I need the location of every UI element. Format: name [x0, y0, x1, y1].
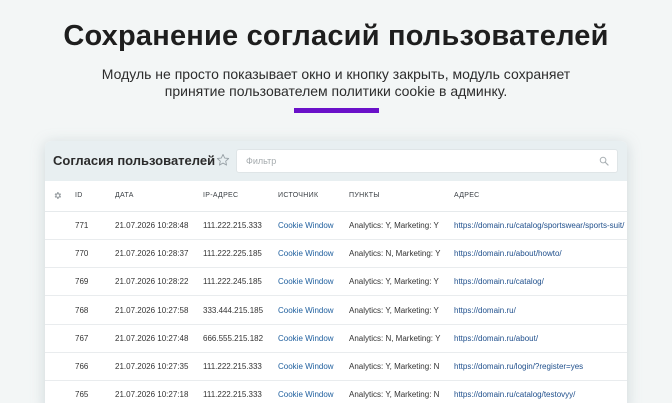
- cell-url[interactable]: https://domain.ru/about/: [454, 324, 627, 353]
- table-row[interactable]: 771 21.07.2026 10:28:48 111.222.215.333 …: [45, 211, 627, 240]
- cell-url[interactable]: https://domain.ru/login/?register=yes: [454, 352, 627, 382]
- cell-date: 21.07.2026 10:27:48: [115, 324, 203, 353]
- cell-date: 21.07.2026 10:28:48: [115, 211, 203, 240]
- settings-column[interactable]: [45, 181, 75, 212]
- filter-box: [236, 149, 618, 173]
- cell-items: Analytics: Y, Marketing: Y: [349, 267, 454, 297]
- cell-items: Analytics: N, Marketing: Y: [349, 239, 454, 269]
- cell-id: 768: [75, 295, 115, 325]
- cell-items: Analytics: Y, Marketing: Y: [349, 295, 454, 325]
- cell-url[interactable]: https://domain.ru/catalog/: [454, 267, 627, 297]
- cell-source[interactable]: Cookie Window: [278, 352, 349, 382]
- row-spacer: [45, 239, 75, 269]
- column-header-source[interactable]: ИСТОЧНИК: [278, 181, 349, 212]
- cell-items: Analytics: Y, Marketing: Y: [349, 211, 454, 240]
- cell-source[interactable]: Cookie Window: [278, 267, 349, 297]
- cell-ip: 333.444.215.185: [203, 295, 278, 325]
- row-spacer: [45, 295, 75, 325]
- table-header-row: ID ДАТА IP-АДРЕС ИСТОЧНИК ПУНКТЫ АДРЕС: [45, 181, 627, 212]
- table-row[interactable]: 765 21.07.2026 10:27:18 111.222.215.333 …: [45, 380, 627, 403]
- cell-ip: 111.222.225.185: [203, 239, 278, 269]
- cell-id: 770: [75, 239, 115, 269]
- consents-table: ID ДАТА IP-АДРЕС ИСТОЧНИК ПУНКТЫ АДРЕС 7…: [45, 181, 627, 403]
- filter-input[interactable]: [237, 150, 587, 172]
- subtitle-line-2: принятие пользователем политики cookie в…: [164, 83, 508, 99]
- page-subtitle: Модуль не просто показывает окно и кнопк…: [60, 66, 612, 100]
- row-spacer: [45, 380, 75, 403]
- cell-id: 769: [75, 267, 115, 297]
- table-row[interactable]: 767 21.07.2026 10:27:48 666.555.215.182 …: [45, 324, 627, 353]
- cell-ip: 111.222.215.333: [203, 380, 278, 403]
- cell-source[interactable]: Cookie Window: [278, 239, 349, 269]
- cell-date: 21.07.2026 10:27:58: [115, 295, 203, 325]
- column-header-id[interactable]: ID: [75, 181, 115, 212]
- cell-id: 771: [75, 211, 115, 240]
- cell-date: 21.07.2026 10:27:35: [115, 352, 203, 382]
- panel-title: Согласия пользователей: [53, 153, 216, 168]
- star-icon[interactable]: [216, 153, 230, 167]
- cell-source[interactable]: Cookie Window: [278, 211, 349, 240]
- search-icon[interactable]: [599, 156, 609, 166]
- row-spacer: [45, 352, 75, 382]
- cell-items: Analytics: N, Marketing: Y: [349, 324, 454, 353]
- cell-ip: 111.222.215.333: [203, 211, 278, 240]
- cell-id: 766: [75, 352, 115, 382]
- cell-ip: 666.555.215.182: [203, 324, 278, 353]
- table-row[interactable]: 768 21.07.2026 10:27:58 333.444.215.185 …: [45, 295, 627, 325]
- cell-id: 765: [75, 380, 115, 403]
- cell-ip: 111.222.245.185: [203, 267, 278, 297]
- cell-items: Analytics: Y, Marketing: N: [349, 380, 454, 403]
- cell-url[interactable]: https://domain.ru/catalog/sportswear/spo…: [454, 211, 627, 240]
- row-spacer: [45, 211, 75, 240]
- consents-panel: Согласия пользователей ID: [45, 141, 627, 403]
- cell-source[interactable]: Cookie Window: [278, 380, 349, 403]
- row-spacer: [45, 324, 75, 353]
- panel-header: Согласия пользователей: [45, 141, 627, 181]
- column-header-url[interactable]: АДРЕС: [454, 181, 627, 212]
- table-row[interactable]: 770 21.07.2026 10:28:37 111.222.225.185 …: [45, 239, 627, 269]
- cell-url[interactable]: https://domain.ru/about/howto/: [454, 239, 627, 269]
- column-header-items[interactable]: ПУНКТЫ: [349, 181, 454, 212]
- cell-id: 767: [75, 324, 115, 353]
- accent-divider: [294, 108, 379, 113]
- column-header-ip[interactable]: IP-АДРЕС: [203, 181, 278, 212]
- column-header-date[interactable]: ДАТА: [115, 181, 203, 212]
- cell-date: 21.07.2026 10:28:37: [115, 239, 203, 269]
- table-row[interactable]: 769 21.07.2026 10:28:22 111.222.245.185 …: [45, 267, 627, 297]
- page-title: Сохранение согласий пользователей: [63, 20, 609, 52]
- cell-source[interactable]: Cookie Window: [278, 324, 349, 353]
- row-spacer: [45, 267, 75, 297]
- table-row[interactable]: 766 21.07.2026 10:27:35 111.222.215.333 …: [45, 352, 627, 382]
- cell-items: Analytics: Y, Marketing: N: [349, 352, 454, 382]
- gear-icon[interactable]: [53, 191, 62, 200]
- cell-source[interactable]: Cookie Window: [278, 295, 349, 325]
- cell-url[interactable]: https://domain.ru/catalog/testovyy/: [454, 380, 627, 403]
- cell-date: 21.07.2026 10:27:18: [115, 380, 203, 403]
- cell-url[interactable]: https://domain.ru/: [454, 295, 627, 325]
- cell-date: 21.07.2026 10:28:22: [115, 267, 203, 297]
- cell-ip: 111.222.215.333: [203, 352, 278, 382]
- subtitle-line-1: Модуль не просто показывает окно и кнопк…: [101, 66, 571, 82]
